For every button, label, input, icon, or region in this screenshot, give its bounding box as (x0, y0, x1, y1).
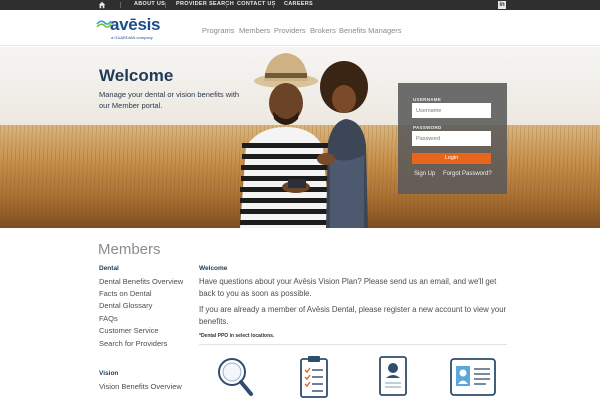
id-card-icon[interactable] (449, 354, 497, 400)
logo-wordmark: avēsis (110, 15, 161, 34)
sidebar-link-dental-glossary[interactable]: Dental Glossary (99, 301, 152, 310)
welcome-heading: Welcome (199, 265, 228, 272)
divider (199, 344, 507, 345)
hero-photo-father-daughter (240, 53, 368, 228)
site-header: avēsis a GUARDIAN company Programs Membe… (0, 10, 600, 46)
sidebar-link-search-for-providers[interactable]: Search for Providers (99, 339, 167, 348)
magnifier-icon[interactable] (215, 354, 255, 400)
divider (273, 2, 274, 8)
divider (226, 2, 227, 8)
hero-subtitle: Manage your dental or vision benefits wi… (99, 90, 240, 110)
welcome-paragraph-vision: Have questions about your Avēsis Vision … (199, 277, 497, 298)
nav-item-members[interactable]: Members (239, 26, 270, 35)
username-input[interactable] (412, 103, 491, 118)
avesis-logo[interactable]: avēsis a GUARDIAN company (96, 15, 166, 41)
utility-bar: ABOUT US PROVIDER SEARCH CONTACT US CARE… (0, 0, 600, 10)
logo-tagline: a GUARDIAN company (111, 35, 153, 40)
linkedin-icon[interactable]: in (498, 1, 506, 9)
page-title: Members (98, 241, 161, 258)
login-panel: USERNAME PASSWORD Login Sign Up Forgot P… (398, 83, 507, 194)
password-label: PASSWORD (413, 125, 442, 130)
sidebar-link-faqs[interactable]: FAQs (99, 314, 118, 323)
login-button[interactable]: Login (412, 153, 491, 164)
nav-item-providers[interactable]: Providers (274, 26, 306, 35)
vision-heading: Vision (99, 370, 119, 377)
home-icon[interactable] (98, 1, 106, 9)
topbar-link-careers[interactable]: CAREERS (284, 1, 313, 7)
nav-item-brokers[interactable]: Brokers (310, 26, 336, 35)
document-profile-icon[interactable] (378, 354, 408, 400)
signup-link[interactable]: Sign Up (414, 171, 435, 177)
username-label: USERNAME (413, 97, 442, 102)
divider (165, 2, 166, 8)
forgot-password-link[interactable]: Forgot Password? (443, 171, 492, 177)
nav-item-programs[interactable]: Programs (202, 26, 235, 35)
welcome-paragraph-dental: If you are already a member of Avēsis De… (199, 305, 507, 326)
clipboard-checklist-icon[interactable] (299, 354, 329, 400)
nav-item-benefits-managers[interactable]: Benefits Managers (339, 26, 402, 35)
password-input[interactable] (412, 131, 491, 146)
sidebar-link-facts-on-dental[interactable]: Facts on Dental (99, 289, 152, 298)
dental-heading: Dental (99, 265, 119, 272)
topbar-link-about-us[interactable]: ABOUT US (134, 1, 165, 7)
sidebar-link-dental-benefits-overview[interactable]: Dental Benefits Overview (99, 277, 183, 286)
hero-banner: Welcome Manage your dental or vision ben… (0, 47, 600, 228)
sidebar-link-vision-benefits-overview[interactable]: Vision Benefits Overview (99, 382, 182, 391)
dental-ppo-note: *Dental PPO in select locations. (199, 333, 275, 339)
divider (120, 2, 121, 8)
hero-title: Welcome (99, 66, 174, 85)
sidebar-link-customer-service[interactable]: Customer Service (99, 326, 159, 335)
topbar-link-contact-us[interactable]: CONTACT US (237, 1, 276, 7)
